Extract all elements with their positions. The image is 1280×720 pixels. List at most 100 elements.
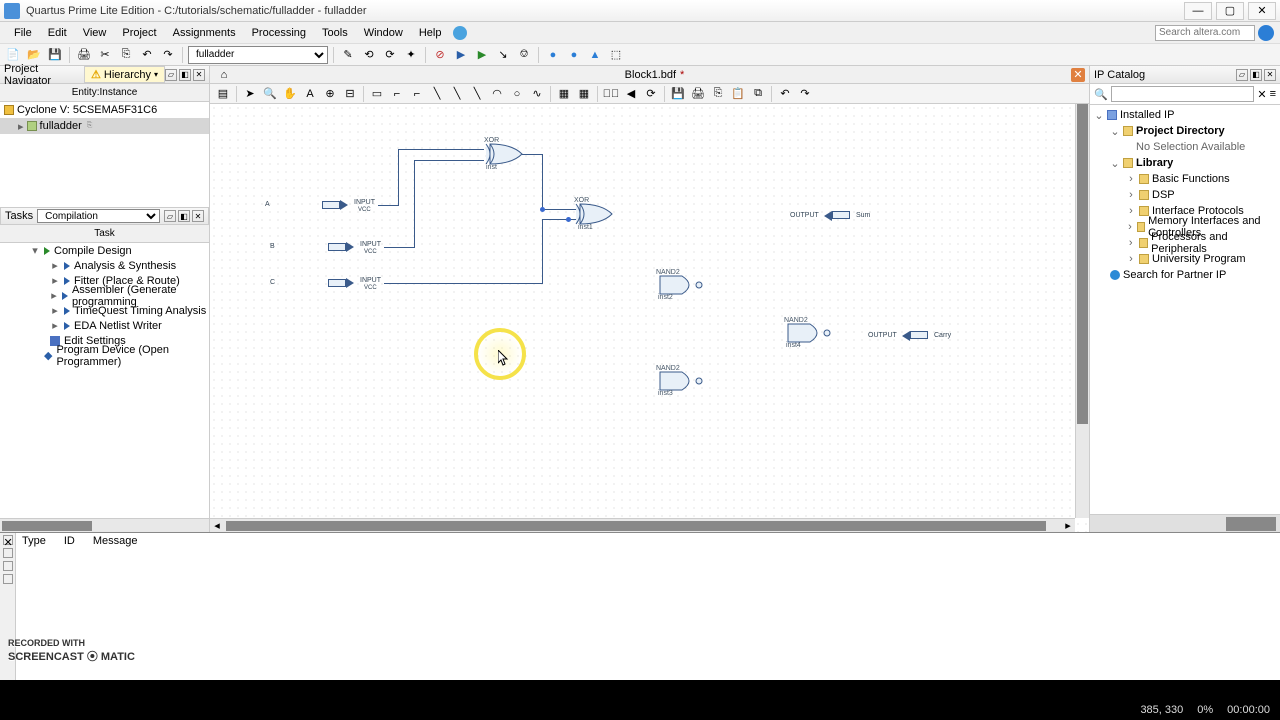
ed-pin-icon[interactable]: ⊟ [341,85,359,103]
schematic-canvas[interactable]: XOR inst XOR inst1 NAND2 inst2 NAND2 ins… [210,104,1089,532]
ed-line5-icon[interactable]: ╲ [468,85,486,103]
menu-view[interactable]: View [75,27,115,39]
ed-arc-icon[interactable]: ◠ [488,85,506,103]
ip-projdir[interactable]: ⌄Project Directory [1090,123,1280,139]
ip-basic[interactable]: ›Basic Functions [1090,171,1280,187]
panel-btn1-icon[interactable]: ▱ [165,69,177,81]
stop-icon[interactable]: ⊘ [431,46,449,64]
menu-tools[interactable]: Tools [314,27,356,39]
ed-rotate-icon[interactable]: ⟳ [642,85,660,103]
ed-oval-icon[interactable]: ○ [508,85,526,103]
menu-processing[interactable]: Processing [244,27,314,39]
menu-help[interactable]: Help [411,27,450,39]
ed-grid-icon[interactable]: ▦ [575,85,593,103]
ip-partner[interactable]: Search for Partner IP [1090,267,1280,283]
msg-close-icon[interactable]: ✕ [3,535,13,545]
ip-dsp[interactable]: ›DSP [1090,187,1280,203]
ed-partial-icon[interactable]: ▦ [555,85,573,103]
task-timing[interactable]: ▸TimeQuest Timing Analysis [0,303,209,318]
menu-edit[interactable]: Edit [40,27,75,39]
ip-search-input[interactable] [1111,86,1255,102]
task-eda[interactable]: ▸EDA Netlist Writer [0,318,209,333]
scroll-left-icon[interactable]: ◂ [210,520,224,532]
panel-close-icon[interactable]: ✕ [193,69,205,81]
ed-dup-icon[interactable]: ⧉ [749,85,767,103]
globe-icon[interactable] [1258,25,1274,41]
nav-scrollbar-h[interactable] [0,518,209,532]
ed-paste-icon[interactable]: 📋 [729,85,747,103]
task-analysis[interactable]: ▸Analysis & Synthesis [0,258,209,273]
ed-line6-icon[interactable]: ∿ [528,85,546,103]
ip-library[interactable]: ⌄Library [1090,155,1280,171]
msg-filter2-icon[interactable] [3,561,13,571]
ed-line2-icon[interactable]: ⌐ [408,85,426,103]
tool3-icon[interactable]: ⟳ [381,46,399,64]
hierarchy-tab[interactable]: ⚠Hierarchy▾ [84,66,165,83]
play2-icon[interactable]: ▶ [473,46,491,64]
menu-assignments[interactable]: Assignments [165,27,244,39]
tool6-icon[interactable]: ⎊ [515,46,533,64]
ip-close-icon[interactable]: ✕ [1264,69,1276,81]
scroll-right-icon[interactable]: ▸ [1061,520,1075,532]
copy-icon[interactable]: ⎘ [117,46,135,64]
ed-symbol-icon[interactable]: ⊕ [321,85,339,103]
task-assembler[interactable]: ▸Assembler (Generate programming [0,288,209,303]
entity-dropdown[interactable]: fulladder [188,46,328,64]
menu-window[interactable]: Window [356,27,411,39]
ed-line3-icon[interactable]: ╲ [428,85,446,103]
redo-icon[interactable]: ↷ [159,46,177,64]
ed-save-icon[interactable]: 💾 [669,85,687,103]
ed-flip1-icon[interactable]: ◀⃒ [602,85,620,103]
ed-print-icon[interactable]: 🖨 [689,85,707,103]
task-compile[interactable]: ▾Compile Design [0,243,209,258]
glob1-icon[interactable]: ● [544,46,562,64]
search-input[interactable] [1155,25,1255,41]
ip-add-button[interactable] [1226,517,1276,531]
ed-tool1-icon[interactable]: ▤ [214,85,232,103]
ed-redo-icon[interactable]: ↷ [796,85,814,103]
glob4-icon[interactable]: ⬚ [607,46,625,64]
ip-installed[interactable]: ⌄Installed IP [1090,107,1280,123]
tasks-dropdown[interactable]: Compilation [37,209,160,223]
undo-icon[interactable]: ↶ [138,46,156,64]
maximize-button[interactable]: ▢ [1216,2,1244,20]
entity-row-fulladder[interactable]: ▸ fulladder ⎘ [0,118,209,134]
canvas-scrollbar-v[interactable] [1075,104,1089,518]
new-file-icon[interactable]: 📄 [4,46,22,64]
play-icon[interactable]: ▶ [452,46,470,64]
editor-home-icon[interactable]: ⌂ [214,67,234,83]
editor-tab-close-icon[interactable]: ✕ [1071,68,1085,82]
ed-undo-icon[interactable]: ↶ [776,85,794,103]
save-icon[interactable]: 💾 [46,46,64,64]
minimize-button[interactable]: — [1184,2,1212,20]
close-button[interactable]: ✕ [1248,2,1276,20]
cut-icon[interactable]: ✂ [96,46,114,64]
device-row[interactable]: Cyclone V: 5CSEMA5F31C6 [0,102,209,118]
ed-line4-icon[interactable]: ╲ [448,85,466,103]
ip-btn2-icon[interactable]: ◧ [1250,69,1262,81]
canvas-scrollbar-h[interactable]: ◂ ▸ [210,518,1075,532]
menu-file[interactable]: File [6,27,40,39]
task-program[interactable]: ◆Program Device (Open Programmer) [0,348,209,363]
ed-line1-icon[interactable]: ⌐ [388,85,406,103]
open-icon[interactable]: 📂 [25,46,43,64]
menu-project[interactable]: Project [114,27,164,39]
tool2-icon[interactable]: ⟲ [360,46,378,64]
help-icon[interactable] [453,26,467,40]
msg-filter1-icon[interactable] [3,548,13,558]
ed-rect-icon[interactable]: ▭ [368,85,386,103]
ed-zoom-icon[interactable]: 🔍 [261,85,279,103]
panel-btn2-icon[interactable]: ◧ [179,69,191,81]
glob2-icon[interactable]: ● [565,46,583,64]
glob3-icon[interactable]: ▲ [586,46,604,64]
ed-pointer-icon[interactable]: ➤ [241,85,259,103]
tasks-close-icon[interactable]: ✕ [192,210,204,222]
ip-menu-icon[interactable]: ≡ [1270,88,1276,100]
tasks-btn2-icon[interactable]: ◧ [178,210,190,222]
tool-icon[interactable]: ✎ [339,46,357,64]
tool5-icon[interactable]: ↘ [494,46,512,64]
ed-copy-icon[interactable]: ⎘ [709,85,727,103]
editor-tab-block1[interactable]: Block1.bdf* [625,69,685,81]
ed-text-icon[interactable]: A [301,85,319,103]
ed-hand-icon[interactable]: ✋ [281,85,299,103]
